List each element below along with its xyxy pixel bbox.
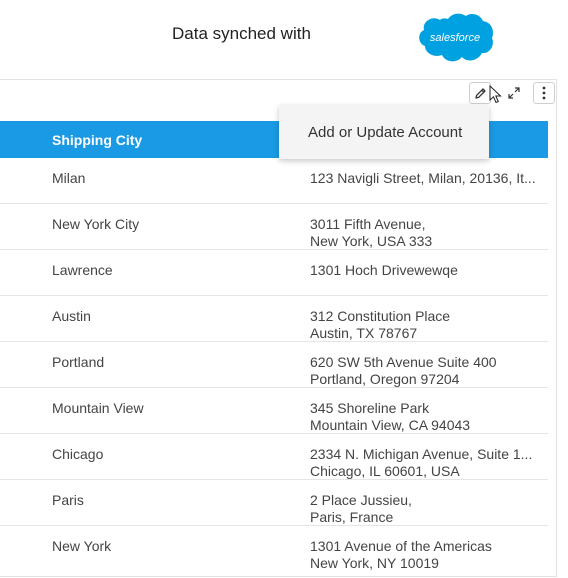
shipping-city-cell: New York xyxy=(52,538,112,554)
shipping-city-cell: Portland xyxy=(52,354,105,370)
table-row[interactable]: Austin 312 Constitution Place Austin, TX… xyxy=(0,296,548,342)
address-line-2: Mountain View, CA 94043 xyxy=(310,417,471,433)
table-row[interactable]: Paris 2 Place Jussieu, Paris, France xyxy=(0,480,548,526)
table-row[interactable]: New York 1301 Avenue of the Americas New… xyxy=(0,526,548,571)
mouse-cursor-icon xyxy=(489,85,502,104)
address-line-2: Paris, France xyxy=(310,509,394,525)
table-row[interactable]: Milan 123 Navigli Street, Milan, 20136, … xyxy=(0,158,548,204)
sync-status-text: Data synched with xyxy=(172,24,311,43)
address-line-2: Portland, Oregon 97204 xyxy=(310,371,460,387)
shipping-address-cell: 2 Place Jussieu, Paris, France xyxy=(310,492,536,526)
menu-item-add-or-update-account[interactable]: Add or Update Account xyxy=(308,124,462,141)
address-line-1: 620 SW 5th Avenue Suite 400 xyxy=(310,354,497,370)
table-row[interactable]: Lawrence 1301 Hoch Drivewewqe xyxy=(0,250,548,296)
shipping-address-cell: 312 Constitution Place Austin, TX 78767 xyxy=(310,308,536,342)
address-line-1: 1301 Hoch Drivewewqe xyxy=(310,262,458,278)
address-line-1: 2334 N. Michigan Avenue, Suite 1... xyxy=(310,446,533,462)
table-body: Milan 123 Navigli Street, Milan, 20136, … xyxy=(0,158,548,571)
table-row[interactable]: New York City 3011 Fifth Avenue, New Yor… xyxy=(0,204,548,250)
column-header-shipping-city[interactable]: Shipping City xyxy=(52,132,142,148)
shipping-city-cell: Paris xyxy=(52,492,84,508)
context-menu: Add or Update Account xyxy=(279,105,489,159)
edit-button[interactable] xyxy=(469,82,491,104)
expand-button[interactable] xyxy=(503,82,525,104)
shipping-address-cell: 123 Navigli Street, Milan, 20136, It... xyxy=(310,170,536,187)
salesforce-wordmark: salesforce xyxy=(430,32,480,44)
shipping-city-cell: Austin xyxy=(52,308,91,324)
address-line-1: 123 Navigli Street, Milan, 20136, It... xyxy=(310,170,536,186)
address-line-2: New York, NY 10019 xyxy=(310,555,439,571)
shipping-city-cell: Mountain View xyxy=(52,400,144,416)
shipping-city-cell: Milan xyxy=(52,170,86,186)
address-line-2: New York, USA 333 xyxy=(310,233,433,249)
shipping-city-cell: New York City xyxy=(52,216,140,232)
shipping-city-cell: Lawrence xyxy=(52,262,113,278)
address-line-1: 312 Constitution Place xyxy=(310,308,451,324)
kebab-menu-icon xyxy=(542,86,546,100)
address-line-2: Chicago, IL 60601, USA xyxy=(310,463,460,479)
shipping-address-cell: 1301 Avenue of the Americas New York, NY… xyxy=(310,538,536,572)
shipping-city-cell: Chicago xyxy=(52,446,104,462)
shipping-address-cell: 620 SW 5th Avenue Suite 400 Portland, Or… xyxy=(310,354,536,388)
address-line-1: 2 Place Jussieu, xyxy=(310,492,412,508)
address-line-2: Austin, TX 78767 xyxy=(310,325,418,341)
more-options-button[interactable] xyxy=(533,82,555,104)
address-line-1: 345 Shoreline Park xyxy=(310,400,430,416)
table-row[interactable]: Chicago 2334 N. Michigan Avenue, Suite 1… xyxy=(0,434,548,480)
shipping-address-cell: 3011 Fifth Avenue, New York, USA 333 xyxy=(310,216,536,250)
address-line-1: 3011 Fifth Avenue, xyxy=(310,216,426,232)
shipping-address-cell: 345 Shoreline Park Mountain View, CA 940… xyxy=(310,400,536,434)
expand-icon xyxy=(508,87,520,99)
table-row[interactable]: Portland 620 SW 5th Avenue Suite 400 Por… xyxy=(0,342,548,388)
pencil-icon xyxy=(474,87,486,99)
salesforce-logo: salesforce xyxy=(416,10,494,65)
address-line-1: 1301 Avenue of the Americas xyxy=(310,538,492,554)
shipping-address-cell: 1301 Hoch Drivewewqe xyxy=(310,262,536,279)
table-row[interactable]: Mountain View 345 Shoreline Park Mountai… xyxy=(0,388,548,434)
shipping-address-cell: 2334 N. Michigan Avenue, Suite 1... Chic… xyxy=(310,446,536,480)
